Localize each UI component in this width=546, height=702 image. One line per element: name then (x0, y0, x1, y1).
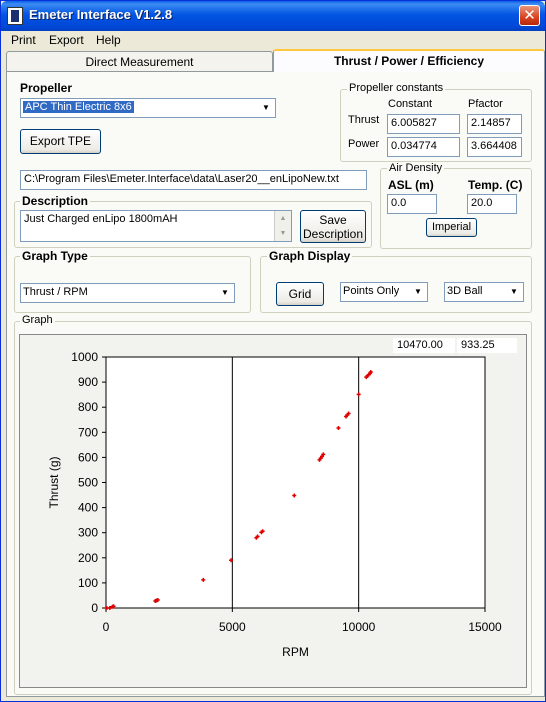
cursor-x-readout: 10470.00 (393, 338, 455, 353)
menu-bar: Print Export Help (2, 31, 545, 49)
chevron-down-icon[interactable]: ▼ (258, 100, 274, 116)
description-scrollbar[interactable]: ▲ ▼ (274, 211, 291, 241)
y-tick-label: 700 (78, 425, 98, 439)
chevron-down-icon[interactable]: ▼ (410, 284, 426, 300)
temp-field[interactable]: 20.0 (467, 194, 517, 214)
asl-field[interactable]: 0.0 (387, 194, 437, 214)
graph-label: Graph (20, 314, 55, 326)
y-tick-label: 0 (91, 601, 98, 615)
graph-type-label: Graph Type (20, 249, 90, 263)
window-title: Emeter Interface V1.2.8 (29, 7, 173, 22)
imperial-button[interactable]: Imperial (426, 218, 477, 237)
x-tick-label: 10000 (342, 620, 376, 634)
y-tick-label: 300 (78, 526, 98, 540)
grid-button[interactable]: Grid (276, 282, 324, 306)
thrust-constant-label: Thrust (348, 114, 380, 126)
title-bar[interactable]: Emeter Interface V1.2.8 ✕ (1, 1, 545, 31)
y-tick-label: 500 (78, 476, 98, 490)
y-tick-label: 400 (78, 501, 98, 515)
menu-print[interactable]: Print (11, 33, 36, 47)
thrust-constant-field[interactable]: 6.005827 (387, 114, 460, 134)
point-style-selected-value: 3D Ball (447, 285, 483, 297)
y-tick-label: 200 (78, 551, 98, 565)
save-description-line2: Description (302, 227, 364, 241)
points-mode-select[interactable]: Points Only ▼ (340, 282, 428, 302)
app-icon (7, 7, 23, 25)
data-file-path-field[interactable]: C:\Program Files\Emeter.Interface\data\L… (20, 170, 367, 190)
save-description-button[interactable]: Save Description (300, 210, 366, 243)
plot-area (105, 356, 486, 609)
x-tick-label: 5000 (219, 620, 246, 634)
close-button[interactable]: ✕ (519, 5, 540, 26)
scroll-down-icon[interactable]: ▼ (275, 226, 291, 241)
cursor-y-readout: 933.25 (457, 338, 517, 353)
menu-export[interactable]: Export (49, 33, 84, 47)
export-tpe-button[interactable]: Export TPE (20, 129, 101, 154)
power-pfactor-field[interactable]: 3.664408 (467, 137, 522, 157)
scroll-up-icon[interactable]: ▲ (275, 211, 291, 226)
propeller-select[interactable]: APC Thin Electric 8x6 ▼ (20, 98, 276, 118)
points-mode-selected-value: Points Only (343, 285, 400, 297)
graph-area[interactable]: 0 100 200 300 400 500 600 700 800 900 1000 0 5000 100… (19, 334, 527, 688)
propeller-selected-value: APC Thin Electric 8x6 (23, 101, 134, 113)
asl-label: ASL (m) (388, 178, 434, 192)
tab-thrust-power-efficiency[interactable]: Thrust / Power / Efficiency (273, 49, 545, 72)
description-label: Description (20, 194, 91, 208)
y-tick-label: 100 (78, 576, 98, 590)
y-tick-label: 800 (78, 400, 98, 414)
chevron-down-icon[interactable]: ▼ (506, 284, 522, 300)
y-tick-label: 1000 (71, 350, 98, 364)
menu-help[interactable]: Help (96, 33, 121, 47)
thrust-rpm-chart: 010020030040050060070080090010000 5000 100… (47, 350, 502, 659)
chevron-down-icon[interactable]: ▼ (217, 285, 233, 301)
tab-direct-measurement[interactable]: Direct Measurement (6, 51, 273, 71)
power-constant-label: Power (348, 138, 380, 150)
graph-type-selected-value: Thrust / RPM (23, 286, 88, 298)
propeller-constants-label: Propeller constants (347, 82, 446, 94)
constant-column-header: Constant (388, 98, 433, 110)
graph-type-select[interactable]: Thrust / RPM ▼ (20, 283, 235, 303)
x-tick-label: 15000 (468, 620, 502, 634)
temp-label: Temp. (C) (468, 178, 523, 192)
y-tick-label: 900 (78, 375, 98, 389)
propeller-label: Propeller (20, 81, 73, 95)
y-tick-label: 600 (78, 450, 98, 464)
x-axis-label: RPM (282, 645, 309, 659)
pfactor-column-header: Pfactor (468, 98, 503, 110)
thrust-pfactor-field[interactable]: 2.14857 (467, 114, 522, 134)
point-style-select[interactable]: 3D Ball ▼ (444, 282, 524, 302)
y-axis-label: Thrust (g) (47, 456, 61, 508)
x-tick-label: 0 (103, 620, 110, 634)
power-constant-field[interactable]: 0.034774 (387, 137, 460, 157)
save-description-line1: Save (319, 213, 347, 227)
app-window: Emeter Interface V1.2.8 ✕ Print Export H… (0, 0, 546, 702)
description-textarea[interactable]: Just Charged enLipo 1800mAH (20, 210, 292, 242)
graph-display-label: Graph Display (267, 249, 353, 263)
air-density-label: Air Density (387, 162, 445, 174)
